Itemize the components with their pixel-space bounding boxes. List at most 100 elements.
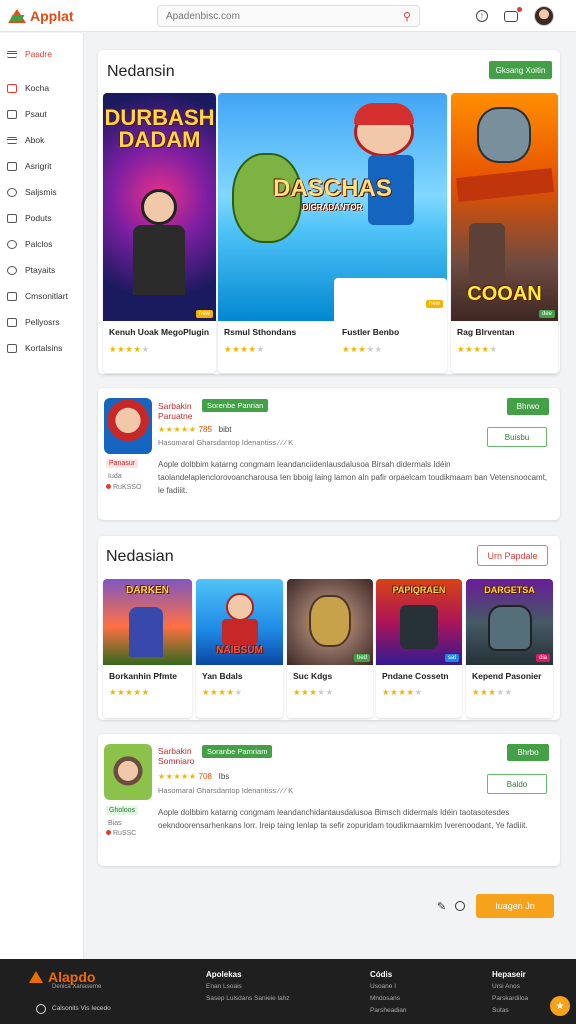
search-icon[interactable]: ⚲ (403, 10, 411, 23)
app-small-label: Bias (108, 820, 122, 827)
sidebar-item-label: Poduts (25, 213, 52, 223)
footer-link[interactable]: Sasep Lulsdans Sanieie lahz (206, 995, 289, 1002)
category-tag: Soranbe Pamriam (202, 745, 273, 758)
see-all-button[interactable]: Gksang Xoitin (489, 61, 552, 79)
footer-link[interactable]: Parskardiloa (492, 995, 528, 1002)
header-actions: ! (476, 6, 554, 26)
game-rating: ★★★★★ (472, 687, 513, 697)
footer-link[interactable]: Sutas (492, 1007, 509, 1014)
camera-icon[interactable] (504, 6, 522, 22)
install-button[interactable]: Bhrwo (507, 398, 549, 415)
app-detail-card: Sarbakin Paruatne Sorenbe Panrian ★★★★★ … (98, 388, 560, 520)
sidebar-item-psaut[interactable]: Psaut (0, 101, 83, 127)
assistant-button[interactable]: ★ (550, 996, 570, 1016)
sidebar-item-cmsonitlart[interactable]: Cmsonitlart (0, 283, 83, 309)
box-icon (7, 317, 17, 327)
app-icon[interactable] (104, 398, 152, 454)
game-name: Kepend Pasonier (472, 671, 542, 681)
game-rating: ★★★★★ (109, 344, 150, 354)
sidebar-item-label: Asrigrit (25, 161, 52, 171)
footer-link[interactable]: Usoane I (370, 983, 396, 990)
footer-logo[interactable]: Alapdo (48, 969, 95, 985)
app-pill: Gholoos (106, 806, 139, 815)
game-card[interactable]: COOAN dee Rag Blrventan ★★★★★ (451, 93, 558, 373)
more-button[interactable]: Urn Papdale (477, 545, 548, 566)
app-name-line2: Paruatne (158, 411, 193, 421)
avatar[interactable] (534, 6, 554, 26)
footer-link[interactable]: Parsheadian (370, 1007, 407, 1014)
game-cover-image: DURBASH DADAM new (103, 93, 216, 321)
edit-icon[interactable]: ✎ (437, 900, 446, 913)
game-rating: ★★★★★ (342, 344, 383, 354)
sidebar-item-palclos[interactable]: Palclos (0, 231, 83, 257)
secondary-button[interactable]: Baldo (487, 774, 547, 794)
sidebar-item-pellyosrs[interactable]: Pellyosrs (0, 309, 83, 335)
game-name: Suc Kdgs (293, 671, 333, 681)
search-bar[interactable]: ⚲ (157, 5, 420, 27)
game-badge: bed (353, 654, 370, 662)
globe-icon[interactable] (36, 1004, 46, 1014)
footer-link[interactable]: Enan Lsoais (206, 983, 242, 990)
box-icon (7, 109, 17, 119)
footer-logo-icon (29, 971, 43, 985)
sidebar-item-kortalsins[interactable]: Kortalsins (0, 335, 83, 361)
sidebar: Pasdre Kocha Psaut Abok Asrigrit Saljsmi… (0, 33, 84, 959)
top-header: Applat ⚲ ! (0, 0, 576, 32)
game-card[interactable]: DARKEN Borkanhin Pfmte ★★★★★ (103, 579, 192, 718)
game-card[interactable]: DARGETSA dia Kepend Pasonier ★★★★★ (466, 579, 553, 718)
box-icon (7, 83, 17, 93)
game-name: Kenuh Uoak MegoPlugin (109, 327, 210, 337)
secondary-button[interactable]: Buisbu (487, 427, 547, 447)
game-rating: ★★★★★ (457, 344, 498, 354)
install-button[interactable]: Bhrbo (507, 744, 549, 761)
game-card[interactable]: bed Suc Kdgs ★★★★★ (287, 579, 373, 718)
sidebar-item-asrigrit[interactable]: Asrigrit (0, 153, 83, 179)
sidebar-item-label: Palclos (25, 239, 53, 249)
game-badge: new (195, 310, 213, 318)
sidebar-item-ptayaits[interactable]: Ptayaits (0, 257, 83, 283)
category-tag: Sorenbe Panrian (202, 399, 269, 412)
sidebar-item-pasdre[interactable]: Pasdre (0, 41, 83, 67)
game-cover-image: DARKEN (103, 579, 192, 665)
info-icon[interactable] (455, 901, 465, 911)
window-icon (7, 291, 17, 301)
game-card[interactable]: NAIBSUM Yan Bdals ★★★★★ (196, 579, 283, 718)
load-more-button[interactable]: Iuagen Jn (476, 894, 554, 918)
game-name: Pndane Cossetn (382, 671, 449, 681)
game-card[interactable]: PAPIQRAEN sat Pndane Cossetn ★★★★★ (376, 579, 462, 718)
app-name-line1: Sarbakin (158, 746, 192, 756)
app-small-label-2: RuSSC (106, 830, 136, 837)
games-section: Nedasian Urn Papdale DARKEN Borkanhin Pf… (98, 536, 560, 720)
game-rating: ★★★★★ (224, 344, 265, 354)
sidebar-item-poduts[interactable]: Poduts (0, 205, 83, 231)
footer-col-title: Hepaseir (492, 970, 526, 979)
sidebar-item-saljsmis[interactable]: Saljsmis (0, 179, 83, 205)
game-badge: dia (535, 654, 550, 662)
app-logo[interactable]: Applat (8, 7, 148, 25)
list-icon (7, 136, 17, 144)
footer-link[interactable]: Mndosans (370, 995, 400, 1002)
game-cover-image: PAPIQRAEN sat (376, 579, 462, 665)
search-input[interactable] (166, 10, 403, 22)
game-cover-image: DARGETSA dia (466, 579, 553, 665)
footer-col-title: Apolekas (206, 970, 242, 979)
sidebar-item-label: Cmsonitlart (25, 291, 68, 301)
game-name: Fustler Benbo (342, 327, 400, 337)
timer-icon[interactable]: ! (476, 10, 488, 22)
box-icon (7, 213, 17, 223)
game-badge: sat (444, 654, 459, 662)
sidebar-item-label: Abok (25, 135, 45, 145)
footer-link[interactable]: Ursi Anos (492, 983, 520, 990)
app-small-label: Iuda (108, 473, 122, 480)
cover-title: PAPIQRAEN (392, 585, 446, 595)
section-title: Nedansin (107, 63, 175, 80)
clock-icon (7, 239, 17, 249)
game-card[interactable]: DURBASH DADAM new Kenuh Uoak MegoPlugin … (103, 93, 216, 373)
game-card[interactable]: Fustler Benbo ★★★★★ new (334, 278, 447, 373)
sidebar-item-kocha[interactable]: Kocha (0, 75, 83, 101)
sidebar-item-abok[interactable]: Abok (0, 127, 83, 153)
footer: Alapdo Denica Xanaserne Calsonits Vis Ie… (0, 959, 576, 1024)
app-icon[interactable] (104, 744, 152, 800)
cover-title: NAIBSUM (216, 645, 263, 656)
game-cover-image: COOAN dee (451, 93, 558, 321)
